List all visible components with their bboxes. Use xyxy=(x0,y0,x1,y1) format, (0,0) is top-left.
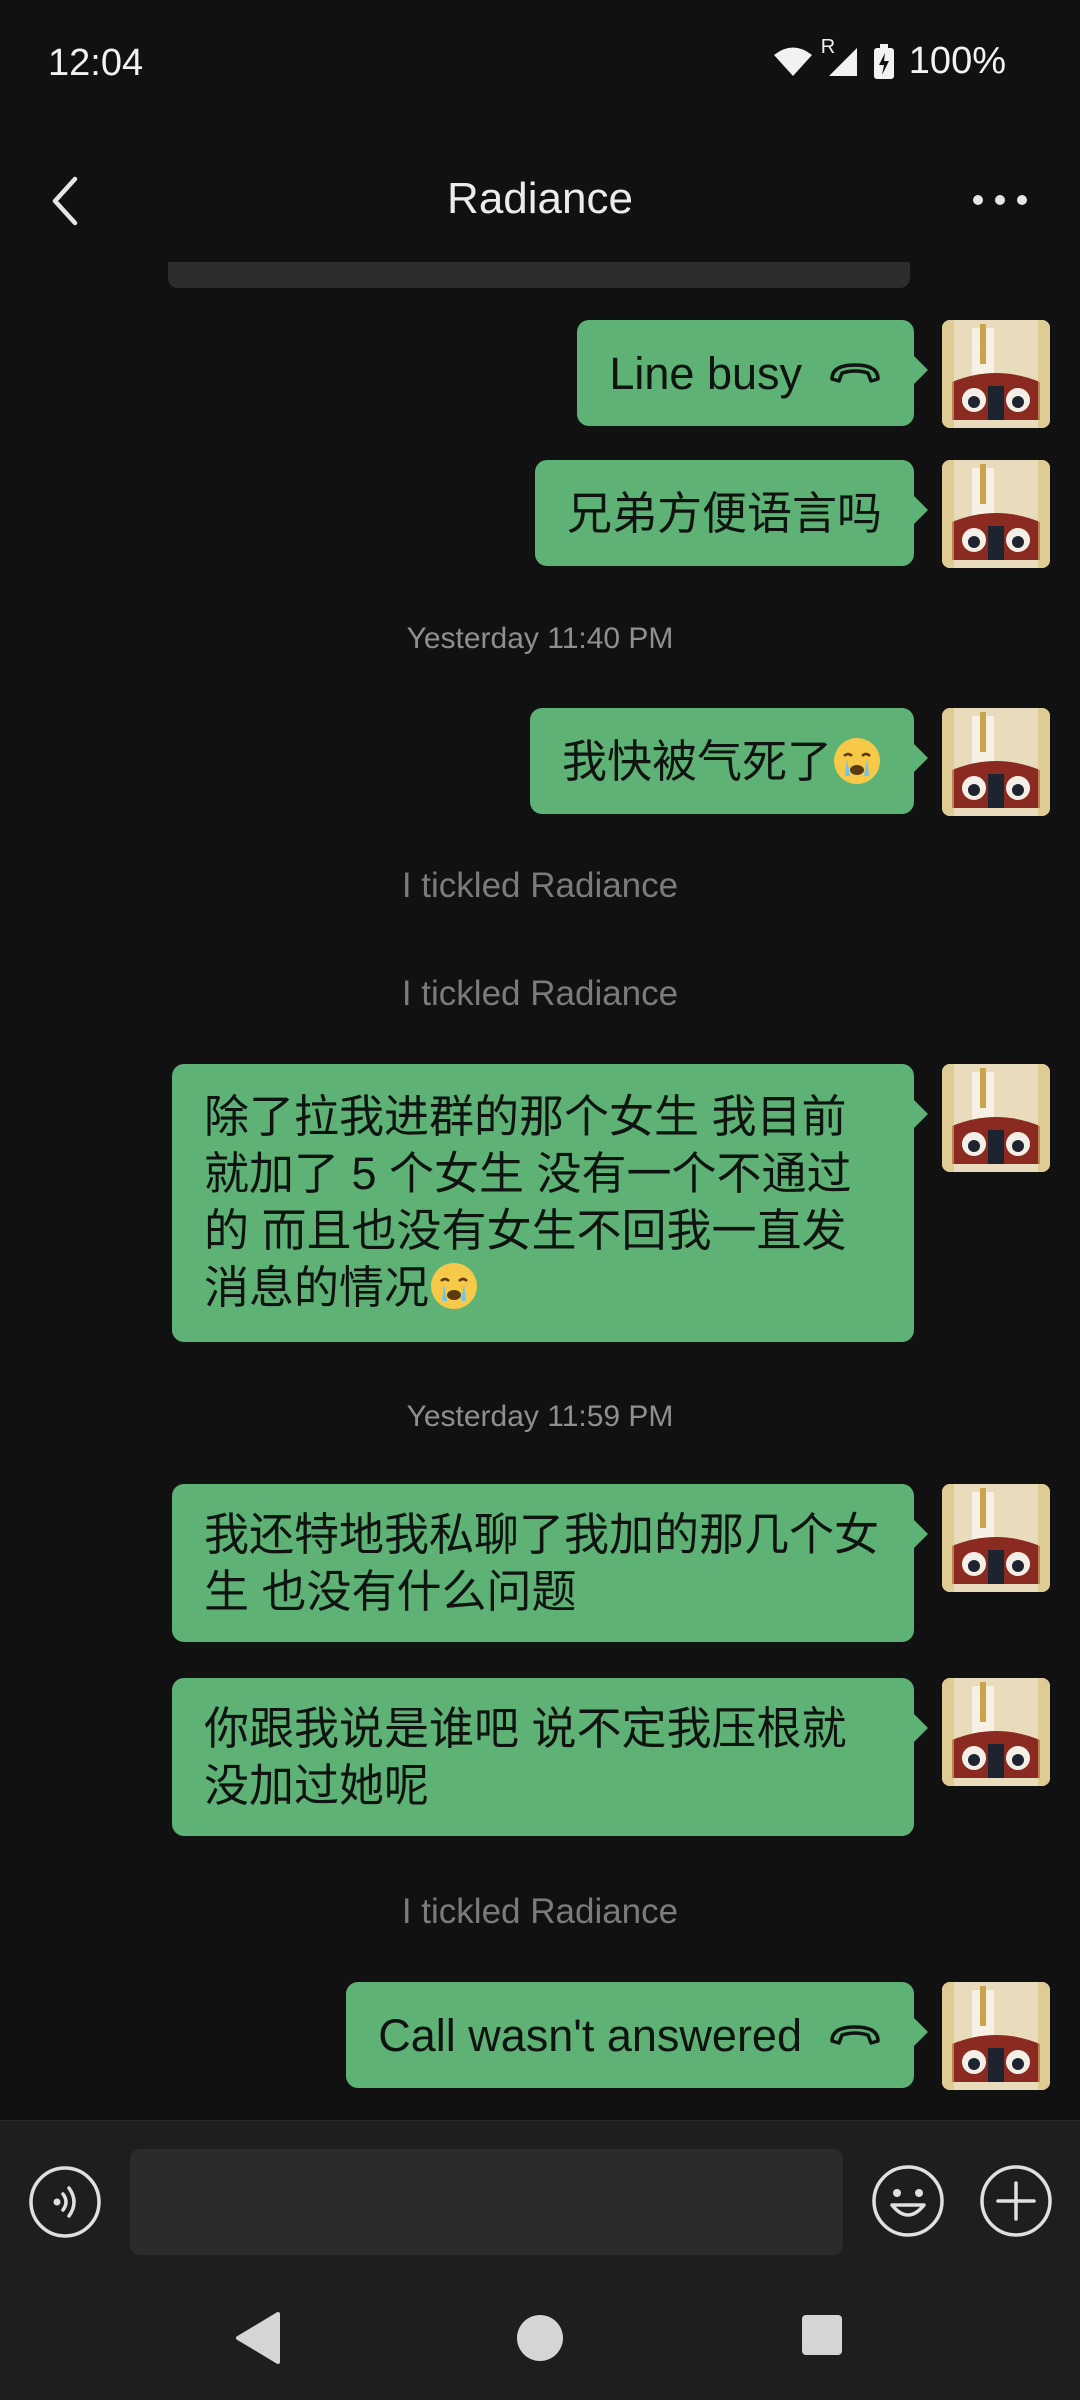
status-bar: 12:04 R 100% xyxy=(0,0,1080,120)
call-ended-icon xyxy=(830,2025,880,2045)
crying-face-emoji-icon xyxy=(834,738,880,784)
clipped-message xyxy=(168,262,910,288)
add-icon xyxy=(980,2165,1052,2237)
nav-back-icon xyxy=(236,2312,280,2364)
crying-face-emoji-icon xyxy=(431,1263,478,1309)
message-text: Call wasn't answered xyxy=(378,2009,802,2061)
battery-percent: 100% xyxy=(908,40,1006,82)
emoji-icon xyxy=(872,2165,944,2237)
chat-screen: 12:04 R 100% Radiance Line busy 兄弟方便语言吗 … xyxy=(0,0,1080,2400)
avatar[interactable] xyxy=(942,320,1050,428)
voice-input-icon xyxy=(29,2166,101,2238)
nav-recents-icon xyxy=(802,2315,842,2355)
message-row: 你跟我说是谁吧 说不定我压根就没加过她呢 xyxy=(172,1678,1050,1836)
battery-charging-icon xyxy=(873,43,895,80)
signal-icon: R xyxy=(821,36,859,78)
roaming-label: R xyxy=(820,35,836,58)
avatar[interactable] xyxy=(942,708,1050,816)
more-dots-icon xyxy=(973,195,1027,205)
more-options-button[interactable] xyxy=(978,2163,1054,2239)
message-row: 我还特地我私聊了我加的那几个女生 也没有什么问题 xyxy=(172,1484,1050,1642)
message-list[interactable]: Line busy 兄弟方便语言吗 Yesterday 11:40 PM 我快被… xyxy=(0,262,1080,2120)
avatar[interactable] xyxy=(942,1678,1050,1786)
avatar[interactable] xyxy=(942,1064,1050,1172)
message-timestamp: Yesterday 11:40 PM xyxy=(406,622,674,655)
avatar[interactable] xyxy=(942,460,1050,568)
tickle-notice: I tickled Radiance xyxy=(401,974,679,1013)
message-row: 兄弟方便语言吗 xyxy=(534,460,1050,568)
status-icons: R 100% xyxy=(773,36,1006,83)
system-nav-bar xyxy=(0,2280,1080,2400)
input-bar xyxy=(0,2120,1080,2280)
message-bubble[interactable]: 兄弟方便语言吗 xyxy=(534,460,929,566)
message-timestamp: Yesterday 11:59 PM xyxy=(406,1400,674,1433)
message-bubble[interactable]: Call wasn't answered xyxy=(346,1982,928,2088)
nav-back-button[interactable] xyxy=(232,2310,284,2366)
message-bubble[interactable]: 除了拉我进群的那个女生 我目前就加了 5 个女生 没有一个不通过的 而且也没有女… xyxy=(172,1064,928,1342)
wifi-icon xyxy=(773,46,813,78)
message-text: 兄弟方便语言吗 xyxy=(566,487,882,539)
message-bubble[interactable]: Line busy xyxy=(577,320,928,426)
nav-home-button[interactable] xyxy=(514,2312,566,2364)
status-time: 12:04 xyxy=(48,42,144,84)
tickle-notice: I tickled Radiance xyxy=(401,1892,679,1931)
message-bubble[interactable]: 我快被气死了 xyxy=(529,708,929,814)
message-text: 除了拉我进群的那个女生 我目前就加了 5 个女生 没有一个不通过的 而且也没有女… xyxy=(204,1091,852,1313)
avatar[interactable] xyxy=(942,1982,1050,2090)
voice-input-button[interactable] xyxy=(28,2165,102,2239)
nav-home-icon xyxy=(517,2315,563,2361)
message-text: 我还特地我私聊了我加的那几个女生 也没有什么问题 xyxy=(204,1509,880,1617)
message-bubble[interactable]: 你跟我说是谁吧 说不定我压根就没加过她呢 xyxy=(172,1678,928,1836)
call-ended-icon xyxy=(830,363,880,383)
more-button[interactable] xyxy=(960,170,1040,230)
message-text: 我快被气死了 xyxy=(561,735,832,787)
avatar[interactable] xyxy=(942,1484,1050,1592)
chat-title: Radiance xyxy=(447,174,633,223)
chat-header: Radiance xyxy=(0,130,1080,270)
message-row: Call wasn't answered xyxy=(346,1982,1050,2090)
message-row: 除了拉我进群的那个女生 我目前就加了 5 个女生 没有一个不通过的 而且也没有女… xyxy=(172,1064,1050,1342)
nav-recents-button[interactable] xyxy=(801,2314,843,2356)
message-input[interactable] xyxy=(130,2149,843,2255)
message-text: 你跟我说是谁吧 说不定我压根就没加过她呢 xyxy=(204,1703,847,1811)
emoji-button[interactable] xyxy=(870,2163,946,2239)
message-row: 我快被气死了 xyxy=(529,708,1050,816)
tickle-notice: I tickled Radiance xyxy=(401,866,679,905)
message-row: Line busy xyxy=(577,320,1050,428)
message-text: Line busy xyxy=(609,347,802,399)
message-bubble[interactable]: 我还特地我私聊了我加的那几个女生 也没有什么问题 xyxy=(172,1484,928,1642)
